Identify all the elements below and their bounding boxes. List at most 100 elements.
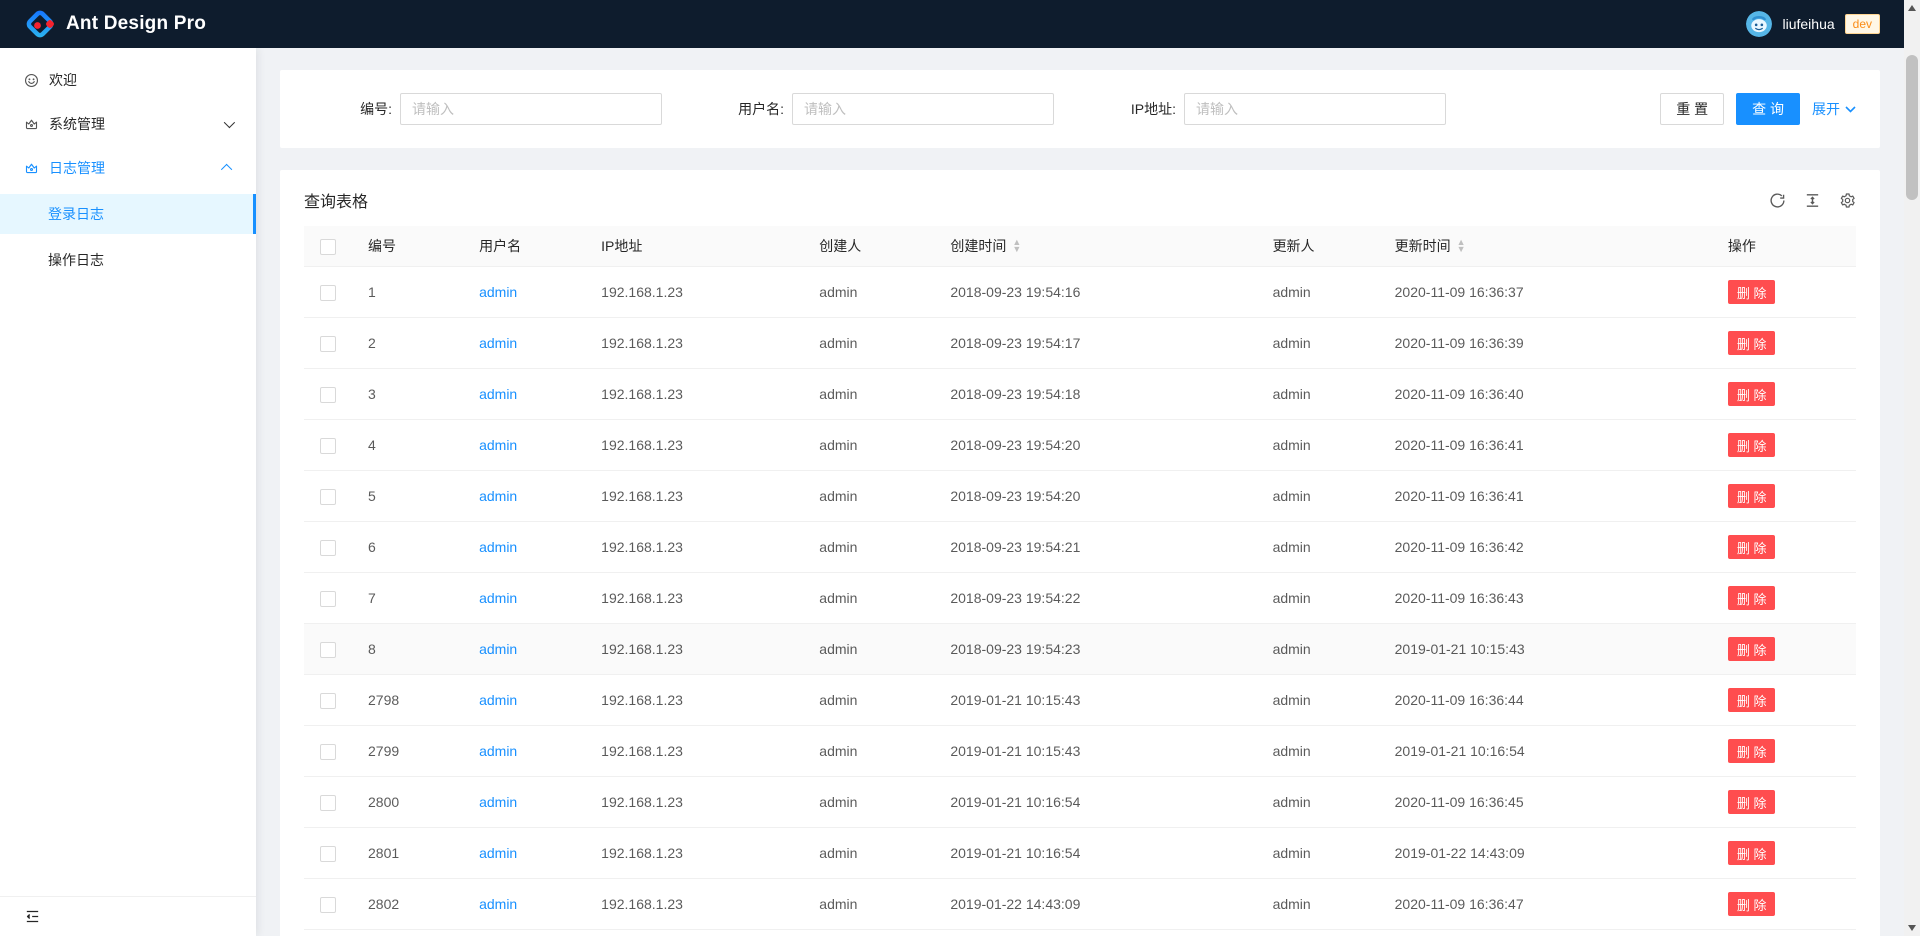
table-row: 7 admin 192.168.1.23 admin 2018-09-23 19… xyxy=(304,573,1856,624)
scroll-down-arrow-icon[interactable] xyxy=(1904,920,1920,936)
sidebar-item-welcome[interactable]: 欢迎 xyxy=(0,60,256,100)
delete-button[interactable]: 删 除 xyxy=(1728,484,1776,508)
delete-button[interactable]: 删 除 xyxy=(1728,331,1776,355)
sort-carets-icon: ▲▼ xyxy=(1012,239,1021,253)
username-link[interactable]: admin xyxy=(479,794,517,810)
column-header-updated-time[interactable]: 更新时间 ▲▼ xyxy=(1379,226,1712,267)
row-checkbox[interactable] xyxy=(320,540,336,556)
delete-button[interactable]: 删 除 xyxy=(1728,280,1776,304)
username-link[interactable]: admin xyxy=(479,692,517,708)
row-checkbox[interactable] xyxy=(320,336,336,352)
delete-button[interactable]: 删 除 xyxy=(1728,892,1776,916)
username-link[interactable]: admin xyxy=(479,896,517,912)
sidebar-item-log-management[interactable]: 日志管理 xyxy=(0,148,256,188)
menu-fold-icon[interactable] xyxy=(24,908,41,925)
row-checkbox[interactable] xyxy=(320,693,336,709)
cell-created-time: 2019-01-21 10:16:54 xyxy=(934,777,1256,828)
username-link[interactable]: admin xyxy=(479,539,517,555)
username-link[interactable]: admin xyxy=(479,590,517,606)
column-header-action: 操作 xyxy=(1712,226,1856,267)
table-row: 6 admin 192.168.1.23 admin 2018-09-23 19… xyxy=(304,522,1856,573)
cell-creator: admin xyxy=(803,318,934,369)
table-row: 2800 admin 192.168.1.23 admin 2019-01-21… xyxy=(304,777,1856,828)
expand-link[interactable]: 展开 xyxy=(1812,99,1856,119)
select-all-checkbox[interactable] xyxy=(320,239,336,255)
delete-button[interactable]: 删 除 xyxy=(1728,688,1776,712)
scrollbar-thumb[interactable] xyxy=(1906,55,1918,200)
column-header-created-time[interactable]: 创建时间 ▲▼ xyxy=(934,226,1256,267)
search-button[interactable]: 查 询 xyxy=(1736,93,1800,125)
username-link[interactable]: admin xyxy=(479,437,517,453)
ip-input[interactable] xyxy=(1184,93,1446,125)
chevron-down-icon xyxy=(224,117,235,128)
delete-button[interactable]: 删 除 xyxy=(1728,382,1776,406)
log-table: 编号 用户名 IP地址 创建人 创建时间 ▲▼ 更新人 xyxy=(304,226,1856,930)
delete-button[interactable]: 删 除 xyxy=(1728,535,1776,559)
header-username[interactable]: liufeihua xyxy=(1782,16,1834,32)
cell-updated-time: 2020-11-09 16:36:37 xyxy=(1379,267,1712,318)
cell-created-time: 2018-09-23 19:54:23 xyxy=(934,624,1256,675)
row-checkbox[interactable] xyxy=(320,744,336,760)
cell-ip: 192.168.1.23 xyxy=(585,828,803,879)
sidebar-item-login-log[interactable]: 登录日志 xyxy=(0,194,256,234)
logo[interactable]: Ant Design Pro xyxy=(24,8,206,40)
main-content: 编号: 用户名: IP地址: 重 置 查 询 展开 xyxy=(256,48,1904,936)
username-link[interactable]: admin xyxy=(479,335,517,351)
cell-ip: 192.168.1.23 xyxy=(585,369,803,420)
row-checkbox[interactable] xyxy=(320,795,336,811)
cell-updater: admin xyxy=(1257,879,1379,930)
cell-ip: 192.168.1.23 xyxy=(585,420,803,471)
cell-updater: admin xyxy=(1257,573,1379,624)
cell-created-time: 2019-01-22 14:43:09 xyxy=(934,879,1256,930)
row-checkbox[interactable] xyxy=(320,642,336,658)
username-link[interactable]: admin xyxy=(479,845,517,861)
avatar[interactable] xyxy=(1746,11,1772,37)
sidebar-item-system-management[interactable]: 系统管理 xyxy=(0,104,256,144)
delete-button[interactable]: 删 除 xyxy=(1728,739,1776,763)
crown-icon xyxy=(24,117,39,132)
delete-button[interactable]: 删 除 xyxy=(1728,433,1776,457)
cell-updated-time: 2019-01-21 10:15:43 xyxy=(1379,624,1712,675)
row-checkbox[interactable] xyxy=(320,387,336,403)
row-checkbox[interactable] xyxy=(320,897,336,913)
row-checkbox[interactable] xyxy=(320,285,336,301)
reset-button[interactable]: 重 置 xyxy=(1660,93,1724,125)
cell-updater: admin xyxy=(1257,777,1379,828)
cell-id: 6 xyxy=(352,522,463,573)
delete-button[interactable]: 删 除 xyxy=(1728,637,1776,661)
delete-button[interactable]: 删 除 xyxy=(1728,841,1776,865)
table-card: 查询表格 xyxy=(280,170,1880,936)
row-checkbox[interactable] xyxy=(320,846,336,862)
username-link[interactable]: admin xyxy=(479,488,517,504)
table-row: 8 admin 192.168.1.23 admin 2018-09-23 19… xyxy=(304,624,1856,675)
username-input[interactable] xyxy=(792,93,1054,125)
scroll-up-arrow-icon[interactable] xyxy=(1904,0,1920,16)
row-checkbox[interactable] xyxy=(320,591,336,607)
cell-created-time: 2018-09-23 19:54:22 xyxy=(934,573,1256,624)
row-checkbox[interactable] xyxy=(320,438,336,454)
delete-button[interactable]: 删 除 xyxy=(1728,586,1776,610)
table-row: 2 admin 192.168.1.23 admin 2018-09-23 19… xyxy=(304,318,1856,369)
username-link[interactable]: admin xyxy=(479,743,517,759)
column-header-username: 用户名 xyxy=(463,226,585,267)
row-checkbox[interactable] xyxy=(320,489,336,505)
cell-id: 2802 xyxy=(352,879,463,930)
setting-icon[interactable] xyxy=(1839,192,1856,209)
reload-icon[interactable] xyxy=(1769,192,1786,209)
cell-ip: 192.168.1.23 xyxy=(585,879,803,930)
cell-updated-time: 2020-11-09 16:36:41 xyxy=(1379,420,1712,471)
sidebar-item-operation-log[interactable]: 操作日志 xyxy=(0,240,256,280)
delete-button[interactable]: 删 除 xyxy=(1728,790,1776,814)
username-link[interactable]: admin xyxy=(479,641,517,657)
cell-created-time: 2018-09-23 19:54:17 xyxy=(934,318,1256,369)
cell-updated-time: 2020-11-09 16:36:42 xyxy=(1379,522,1712,573)
scrollbar[interactable] xyxy=(1904,0,1920,936)
table-row: 2802 admin 192.168.1.23 admin 2019-01-22… xyxy=(304,879,1856,930)
username-link[interactable]: admin xyxy=(479,386,517,402)
id-input[interactable] xyxy=(400,93,662,125)
cell-creator: admin xyxy=(803,471,934,522)
username-link[interactable]: admin xyxy=(479,284,517,300)
cell-updated-time: 2020-11-09 16:36:41 xyxy=(1379,471,1712,522)
density-icon[interactable] xyxy=(1804,192,1821,209)
cell-ip: 192.168.1.23 xyxy=(585,726,803,777)
